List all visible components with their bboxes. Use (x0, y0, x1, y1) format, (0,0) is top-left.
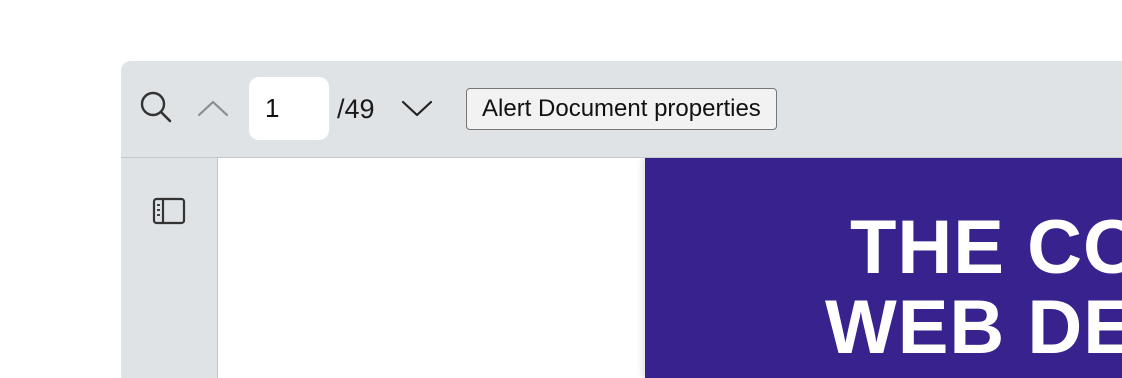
document-properties-button[interactable]: Alert Document properties (466, 88, 777, 130)
document-cover-page: THE CO WEB DE (645, 158, 1122, 378)
pdf-viewer: /49 Alert Document properties THE CO WEB… (121, 61, 1122, 378)
page-number-input[interactable] (249, 77, 329, 140)
document-canvas[interactable]: THE CO WEB DE (218, 158, 1122, 378)
previous-page-button[interactable] (194, 91, 232, 125)
next-page-button[interactable] (398, 91, 436, 125)
sidebar-toggle-button[interactable] (149, 194, 189, 228)
cover-title-line-2: WEB DE (825, 285, 1122, 370)
viewer-sidebar (121, 158, 218, 378)
search-icon (140, 91, 172, 123)
cover-title-line-1: THE CO (850, 205, 1122, 290)
sidebar-toggle-icon (152, 197, 186, 225)
viewer-toolbar: /49 Alert Document properties (121, 61, 1122, 158)
page-total-count: /49 (337, 94, 375, 124)
chevron-up-icon (197, 100, 229, 117)
chevron-down-icon (401, 100, 433, 117)
search-button[interactable] (136, 87, 176, 127)
